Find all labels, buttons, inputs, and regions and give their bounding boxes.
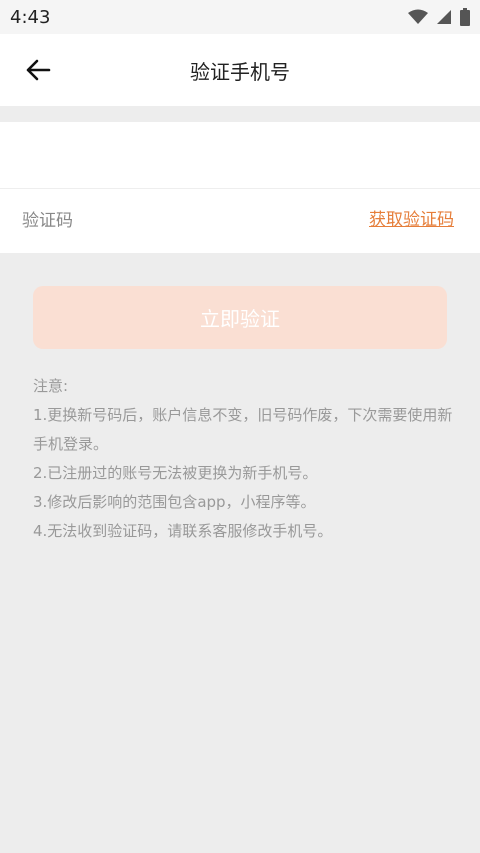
note-item: 3.修改后影响的范围包含app，小程序等。: [33, 493, 316, 511]
note-item: 1.更换新号码后，账户信息不变，旧号码作废，下次需要使用新手机登录。: [33, 406, 453, 453]
status-icons: [408, 8, 470, 26]
wifi-icon: [408, 9, 428, 24]
code-row: 获取验证码: [0, 189, 480, 253]
signal-icon: [437, 10, 451, 24]
page-title: 验证手机号: [190, 59, 290, 84]
phone-input[interactable]: [22, 134, 462, 176]
verify-form: 获取验证码: [0, 122, 480, 253]
verify-now-button[interactable]: 立即验证: [33, 286, 447, 349]
status-time: 4:43: [10, 6, 51, 28]
status-bar: 4:43: [0, 0, 480, 34]
arrow-left-icon: [26, 59, 51, 81]
notes-section: 注意: 1.更换新号码后，账户信息不变，旧号码作废，下次需要使用新手机登录。 2…: [33, 372, 453, 546]
notes-title: 注意:: [33, 377, 69, 395]
get-code-link[interactable]: 获取验证码: [369, 205, 454, 230]
code-input[interactable]: [22, 201, 342, 241]
section-gap: [0, 106, 480, 122]
note-item: 4.无法收到验证码，请联系客服修改手机号。: [33, 522, 333, 540]
battery-icon: [460, 8, 470, 26]
back-button[interactable]: [18, 52, 58, 88]
phone-row: [0, 122, 480, 188]
note-item: 2.已注册过的账号无法被更换为新手机号。: [33, 464, 318, 482]
app-bar: 验证手机号: [0, 34, 480, 106]
